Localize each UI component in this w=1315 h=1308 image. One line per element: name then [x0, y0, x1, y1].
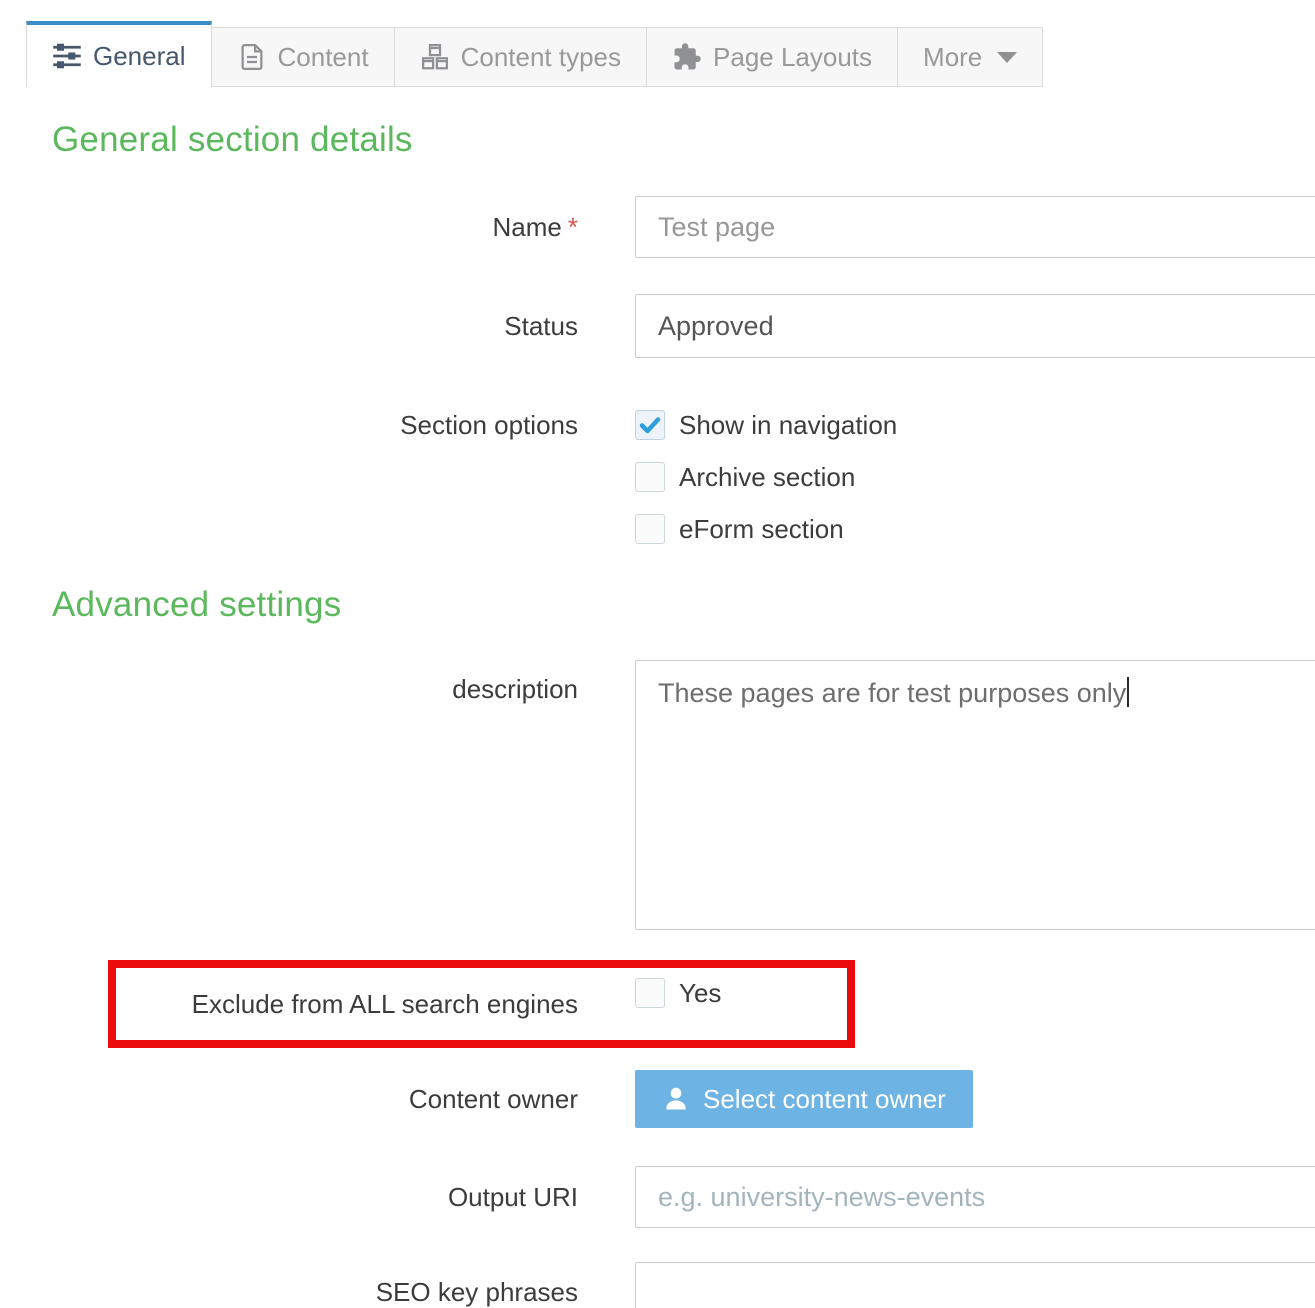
- seo-key-phrases-label: SEO key phrases: [0, 1262, 578, 1308]
- content-owner-label: Content owner: [0, 1084, 578, 1115]
- exclude-search-yes-label: Yes: [679, 978, 721, 1008]
- status-field-row: Status: [0, 294, 1315, 358]
- file-icon: [237, 42, 267, 72]
- cubes-icon: [420, 42, 450, 72]
- tab-general[interactable]: General: [26, 21, 212, 87]
- description-field-row: description These pages are for test pur…: [0, 660, 1315, 930]
- tab-content-types-label: Content types: [461, 42, 621, 73]
- tab-page-layouts[interactable]: Page Layouts: [647, 27, 898, 87]
- show-in-navigation-option: Show in navigation: [635, 410, 1315, 440]
- sliders-icon: [52, 41, 82, 71]
- status-label: Status: [0, 311, 578, 342]
- archive-section-option: Archive section: [635, 462, 1315, 492]
- name-field-row: Name*: [0, 196, 1315, 258]
- tab-more-label: More: [923, 42, 982, 73]
- tab-bar: General Content: [26, 21, 1043, 87]
- eform-section-option: eForm section: [635, 514, 1315, 544]
- eform-section-label: eForm section: [679, 514, 844, 544]
- seo-key-phrases-input[interactable]: [635, 1262, 1315, 1308]
- text-cursor: [1127, 677, 1129, 707]
- puzzle-icon: [672, 42, 702, 72]
- advanced-settings-heading: Advanced settings: [52, 585, 341, 625]
- exclude-search-label: Exclude from ALL search engines: [0, 982, 578, 1026]
- eform-section-checkbox[interactable]: [635, 514, 665, 544]
- seo-key-phrases-row: SEO key phrases: [0, 1262, 1315, 1308]
- exclude-search-row: Exclude from ALL search engines Yes: [0, 982, 1315, 1026]
- caret-down-icon: [997, 52, 1017, 63]
- general-section-heading: General section details: [52, 120, 413, 160]
- show-in-navigation-checkbox[interactable]: [635, 410, 665, 440]
- tab-content-label: Content: [278, 42, 369, 73]
- person-icon: [662, 1085, 690, 1113]
- description-textarea[interactable]: These pages are for test purposes only: [635, 660, 1315, 930]
- tab-content-types[interactable]: Content types: [395, 27, 647, 87]
- exclude-search-checkbox[interactable]: [635, 978, 665, 1008]
- archive-section-checkbox[interactable]: [635, 462, 665, 492]
- exclude-search-option: Yes: [635, 978, 1315, 1008]
- output-uri-row: Output URI: [0, 1166, 1315, 1228]
- section-options-label: Section options: [0, 410, 578, 440]
- output-uri-label: Output URI: [0, 1182, 578, 1213]
- content-owner-row: Content owner Select content owner: [0, 1070, 1315, 1128]
- section-details-page: General Content: [0, 0, 1315, 1308]
- tab-page-layouts-label: Page Layouts: [713, 42, 872, 73]
- tab-more[interactable]: More: [898, 27, 1043, 87]
- show-in-navigation-label: Show in navigation: [679, 410, 897, 440]
- select-content-owner-button[interactable]: Select content owner: [635, 1070, 973, 1128]
- name-input[interactable]: [635, 196, 1315, 258]
- description-label: description: [0, 660, 578, 705]
- section-options-row: Section options Show in navigation Archi…: [0, 410, 1315, 566]
- check-icon: [638, 413, 662, 437]
- select-content-owner-label: Select content owner: [703, 1084, 946, 1115]
- output-uri-input[interactable]: [635, 1166, 1315, 1228]
- tab-general-label: General: [93, 41, 186, 72]
- archive-section-label: Archive section: [679, 462, 855, 492]
- tab-content[interactable]: Content: [212, 27, 395, 87]
- status-input[interactable]: [635, 294, 1315, 358]
- name-label: Name*: [0, 212, 578, 243]
- required-asterisk: *: [568, 212, 578, 242]
